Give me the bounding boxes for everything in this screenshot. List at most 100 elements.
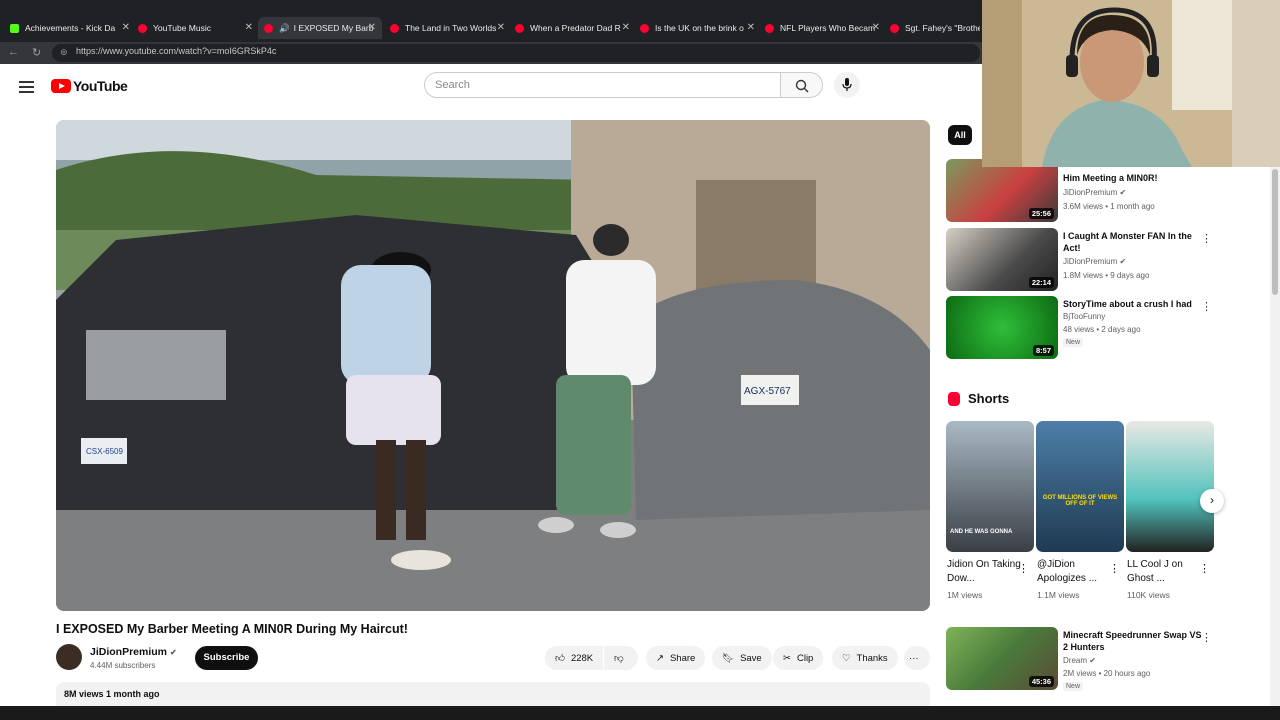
microphone-icon: [842, 78, 852, 91]
more-options-icon[interactable]: ⋮: [1018, 562, 1029, 575]
video-thumbnail[interactable]: 45:36: [946, 627, 1058, 690]
list-item[interactable]: 45:36 Minecraft Speedrunner Swap VS 2 Hu…: [946, 627, 1216, 691]
more-options-icon[interactable]: ⋮: [1201, 232, 1212, 245]
channel-name-text: BjTooFunny: [1063, 312, 1106, 321]
tab-label: Sgt. Fahey's "Brothers: [905, 23, 980, 33]
speaker-icon[interactable]: 🔊: [279, 23, 290, 34]
tab-video[interactable]: The Land in Two Worlds ✕: [390, 17, 505, 39]
short-thumbnail[interactable]: GOT MILLIONS OF VIEWS OFF OF IT: [1036, 421, 1124, 552]
verified-icon: ✔: [1119, 188, 1127, 197]
search-icon: [795, 79, 809, 93]
like-count: 228K: [570, 652, 594, 664]
short-title[interactable]: LL Cool J on Ghost ...: [1127, 558, 1205, 586]
more-options-icon[interactable]: ⋮: [1109, 562, 1120, 575]
list-item[interactable]: 22:14 I Caught A Monster FAN In the Act!…: [946, 228, 1216, 292]
more-label: ···: [909, 652, 919, 664]
tab-current-video[interactable]: 🔊 I EXPOSED My Barb ✕: [258, 17, 382, 39]
channel-name-text: JiDionPremium: [1063, 188, 1118, 197]
filter-chip-all[interactable]: All: [948, 125, 972, 145]
thanks-button[interactable]: ♡ Thanks: [832, 646, 898, 670]
share-icon: ↗: [656, 652, 664, 664]
youtube-logo[interactable]: YouTube: [51, 78, 128, 94]
close-icon[interactable]: ✕: [122, 22, 130, 33]
close-icon[interactable]: ✕: [622, 22, 630, 33]
menu-icon[interactable]: [19, 78, 34, 96]
duration-badge: 8:57: [1032, 345, 1054, 356]
bookmark-icon: 🔖︎: [722, 652, 735, 664]
shorts-icon: [948, 391, 960, 406]
channel-name[interactable]: JiDionPremium ✔: [1063, 257, 1126, 266]
tab-label: When a Predator Dad R: [530, 23, 621, 33]
dislike-button[interactable]: 👎︎: [604, 646, 638, 670]
verified-icon: ✔: [1089, 656, 1096, 665]
share-button[interactable]: ↗ Share: [646, 646, 706, 670]
channel-name[interactable]: BjTooFunny: [1063, 312, 1105, 321]
more-options-icon[interactable]: ⋮: [1199, 562, 1210, 575]
short-views: 1.1M views: [1037, 590, 1080, 600]
new-badge: New: [1063, 682, 1084, 691]
back-icon[interactable]: ←: [8, 46, 19, 58]
video-title[interactable]: I Caught A Monster FAN In the Act!: [1063, 230, 1203, 254]
scrollbar[interactable]: [1270, 167, 1280, 707]
verified-icon: ✔: [1119, 257, 1127, 266]
search-button[interactable]: [781, 72, 823, 98]
more-options-icon[interactable]: ⋮: [1201, 631, 1212, 644]
save-label: Save: [740, 652, 762, 664]
video-thumbnail[interactable]: 22:14: [946, 228, 1058, 291]
video-title[interactable]: Minecraft Speedrunner Swap VS 2 Hunters: [1063, 629, 1203, 653]
tab-video[interactable]: When a Predator Dad R ✕: [515, 17, 630, 39]
short-title[interactable]: @JiDion Apologizes ...: [1037, 558, 1115, 586]
search-input[interactable]: Search: [424, 72, 781, 98]
close-icon[interactable]: ✕: [497, 22, 505, 33]
scrollbar-thumb[interactable]: [1272, 169, 1278, 295]
subscriber-count: 4.44M subscribers: [90, 661, 156, 670]
save-button[interactable]: 🔖︎ Save: [712, 646, 772, 670]
close-icon[interactable]: ✕: [368, 22, 376, 33]
short-title[interactable]: Jidion On Taking Dow...: [947, 558, 1025, 586]
tab-video[interactable]: Sgt. Fahey's "Brothers: [890, 17, 980, 39]
avatar[interactable]: [56, 644, 82, 670]
video-thumbnail[interactable]: 8:57: [946, 296, 1058, 359]
video-title[interactable]: Him Meeting a MIN0R!: [1063, 172, 1203, 184]
youtube-play-icon: [51, 79, 71, 93]
video-player[interactable]: CSX-6509 AGX-5767: [56, 120, 930, 611]
short-views: 1M views: [947, 590, 983, 600]
scissors-icon: ✂: [783, 652, 791, 664]
channel-name[interactable]: Dream ✔: [1063, 656, 1096, 665]
short-thumbnail[interactable]: [1126, 421, 1214, 552]
tab-video[interactable]: Is the UK on the brink o ✕: [640, 17, 755, 39]
video-title: I EXPOSED My Barber Meeting A MIN0R Duri…: [56, 622, 408, 636]
like-button[interactable]: 👍︎ 228K: [545, 646, 603, 670]
close-icon[interactable]: ✕: [245, 22, 253, 33]
verified-icon: ✔: [169, 648, 177, 657]
clip-button[interactable]: ✂ Clip: [773, 646, 824, 670]
close-icon[interactable]: ✕: [747, 22, 755, 33]
channel-name[interactable]: JiDionPremium ✔: [1063, 188, 1126, 197]
site-info-icon[interactable]: ⊜: [60, 47, 68, 58]
url-text[interactable]: https://www.youtube.com/watch?v=moI6GRSk…: [76, 46, 276, 56]
channel-name-text: Dream: [1063, 656, 1088, 665]
more-options-icon[interactable]: ⋮: [1201, 300, 1212, 313]
thanks-label: Thanks: [856, 652, 888, 664]
next-shorts-button[interactable]: ›: [1200, 489, 1224, 513]
subscribe-button[interactable]: Subscribe: [195, 646, 258, 670]
more-actions-button[interactable]: ···: [904, 646, 930, 670]
video-thumbnail[interactable]: 25:56: [946, 159, 1058, 222]
list-item[interactable]: 8:57 StoryTime about a crush I had BjToo…: [946, 296, 1216, 360]
tab-video[interactable]: NFL Players Who Becam ✕: [765, 17, 880, 39]
reload-icon[interactable]: ↻: [32, 46, 41, 59]
shorts-title: Shorts: [968, 391, 1010, 406]
short-thumbnail[interactable]: AND HE WAS GONNA: [946, 421, 1034, 552]
close-icon[interactable]: ✕: [872, 22, 880, 33]
tab-label: The Land in Two Worlds: [405, 23, 497, 33]
tab-label: Achievements - Kick Da: [25, 23, 116, 33]
list-item[interactable]: 25:56 Him Meeting a MIN0R! JiDionPremium…: [946, 159, 1216, 223]
tab-youtube-music[interactable]: YouTube Music ✕: [138, 17, 253, 39]
tab-kick[interactable]: Achievements - Kick Da ✕: [10, 17, 130, 39]
tab-label: NFL Players Who Becam: [780, 23, 876, 33]
video-title[interactable]: StoryTime about a crush I had: [1063, 298, 1203, 310]
youtube-icon: [890, 23, 899, 33]
channel-name[interactable]: JiDionPremium ✔: [90, 646, 177, 658]
voice-search-button[interactable]: [834, 72, 860, 98]
search-placeholder: Search: [435, 79, 470, 91]
